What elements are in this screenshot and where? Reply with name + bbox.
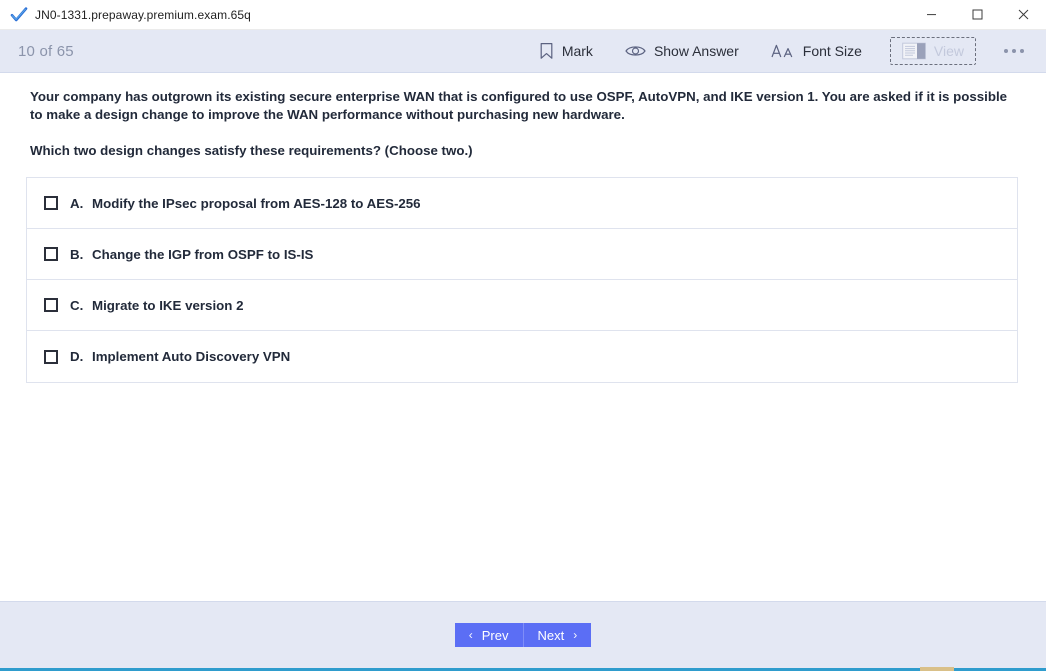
minimize-button[interactable] bbox=[908, 0, 954, 30]
answer-option-d[interactable]: D. Implement Auto Discovery VPN bbox=[27, 331, 1017, 382]
close-button[interactable] bbox=[1000, 0, 1046, 30]
checkbox-a[interactable] bbox=[44, 196, 58, 210]
maximize-button[interactable] bbox=[954, 0, 1000, 30]
next-button[interactable]: Next › bbox=[523, 623, 592, 647]
next-label: Next bbox=[537, 627, 565, 643]
view-button[interactable]: View bbox=[889, 37, 976, 65]
question-stem: Your company has outgrown its existing s… bbox=[30, 89, 1008, 122]
view-label: View bbox=[933, 43, 964, 59]
chevron-left-icon: ‹ bbox=[468, 628, 473, 642]
option-text-d: Implement Auto Discovery VPN bbox=[92, 349, 291, 364]
answer-option-b[interactable]: B. Change the IGP from OSPF to IS-IS bbox=[27, 229, 1017, 280]
nav-button-group: ‹ Prev Next › bbox=[454, 623, 592, 647]
answer-option-c[interactable]: C. Migrate to IKE version 2 bbox=[27, 280, 1017, 331]
window-controls bbox=[908, 0, 1046, 30]
mark-button[interactable]: Mark bbox=[527, 37, 605, 65]
option-letter-b: B. bbox=[70, 246, 84, 262]
toolbar-actions: Mark Show Answer Font Size View bbox=[523, 30, 1046, 73]
blue-checkmark-icon bbox=[10, 6, 28, 21]
more-options-button[interactable] bbox=[994, 44, 1034, 58]
show-answer-button[interactable]: Show Answer bbox=[613, 38, 751, 64]
eye-icon bbox=[625, 44, 646, 58]
option-letter-c: C. bbox=[70, 297, 84, 313]
chevron-right-icon: › bbox=[573, 628, 578, 642]
font-size-label: Font Size bbox=[802, 43, 862, 59]
mark-label: Mark bbox=[561, 43, 593, 59]
checkbox-c[interactable] bbox=[44, 298, 58, 312]
footer-navigation: ‹ Prev Next › bbox=[0, 601, 1046, 668]
ellipsis-icon bbox=[1004, 49, 1024, 53]
window-title: JN0-1331.prepaway.premium.exam.65q bbox=[35, 7, 251, 22]
show-answer-label: Show Answer bbox=[653, 43, 739, 59]
checkbox-d[interactable] bbox=[44, 349, 58, 364]
question-instruction: Which two design changes satisfy these r… bbox=[30, 143, 473, 158]
checkbox-b[interactable] bbox=[44, 247, 58, 261]
exam-player-window: JN0-1331.prepaway.premium.exam.65q 10 of… bbox=[0, 0, 1046, 671]
answer-options-list: A. Modify the IPsec proposal from AES-12… bbox=[26, 177, 1018, 383]
font-size-icon bbox=[771, 42, 795, 60]
question-progress: 10 of 65 bbox=[18, 42, 74, 60]
toolbar: 10 of 65 Mark Show Answer Font Size View bbox=[0, 30, 1046, 73]
option-text-c: Migrate to IKE version 2 bbox=[92, 297, 244, 313]
bottom-edge-artifact bbox=[920, 667, 954, 671]
title-bar: JN0-1331.prepaway.premium.exam.65q bbox=[0, 0, 1046, 30]
option-letter-a: A. bbox=[70, 195, 84, 211]
option-letter-d: D. bbox=[70, 349, 84, 364]
prev-button[interactable]: ‹ Prev bbox=[454, 623, 524, 647]
answer-option-a[interactable]: A. Modify the IPsec proposal from AES-12… bbox=[27, 178, 1017, 229]
font-size-button[interactable]: Font Size bbox=[759, 37, 874, 65]
view-layout-icon bbox=[902, 42, 926, 60]
prev-label: Prev bbox=[481, 627, 509, 643]
option-text-a: Modify the IPsec proposal from AES-128 t… bbox=[92, 195, 421, 211]
question-pane: Your company has outgrown its existing s… bbox=[0, 74, 1046, 601]
bookmark-icon bbox=[539, 42, 554, 60]
option-text-b: Change the IGP from OSPF to IS-IS bbox=[92, 246, 314, 262]
